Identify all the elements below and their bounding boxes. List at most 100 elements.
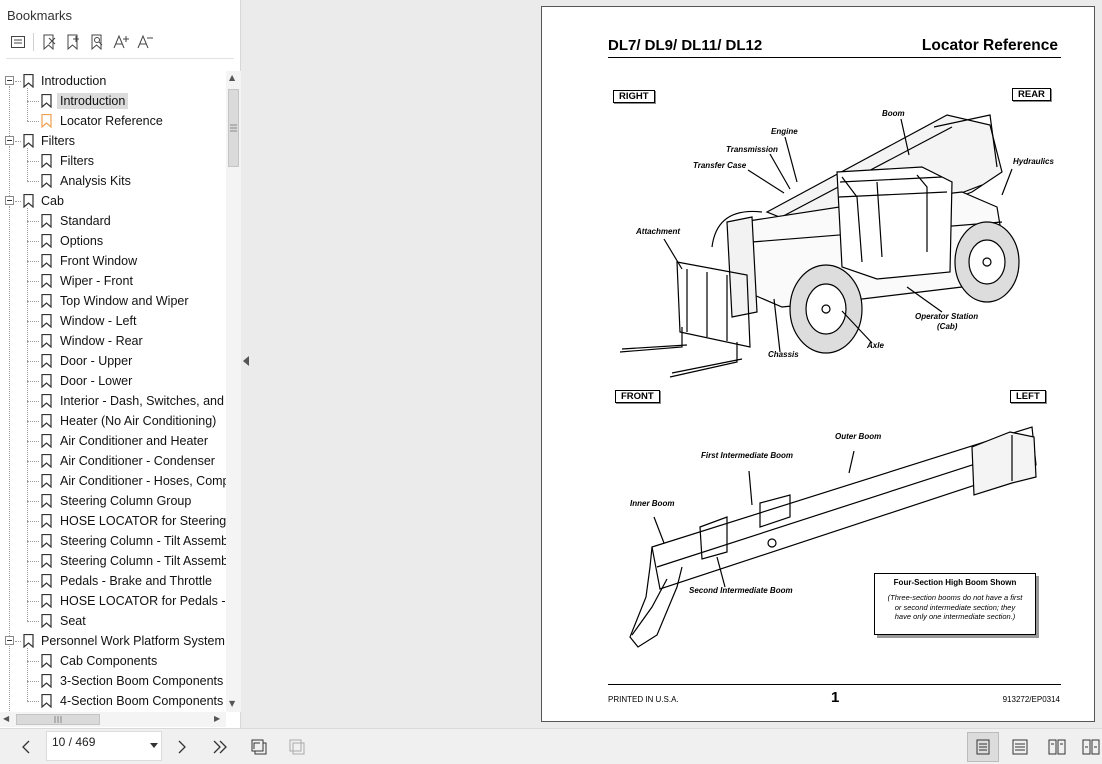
bookmark-icon	[23, 194, 34, 208]
bookmark-item[interactable]: HOSE LOCATOR for Pedals - Br	[0, 591, 226, 611]
bookmark-item[interactable]: Door - Upper	[0, 351, 226, 371]
scroll-right-icon[interactable]: ▶	[214, 714, 220, 723]
find-bookmark-icon[interactable]	[85, 31, 109, 53]
delete-bookmark-icon[interactable]	[37, 31, 61, 53]
bookmark-item[interactable]: Steering Column - Tilt Assembl	[0, 551, 226, 571]
note-line-3: have only one intermediate section.)	[894, 612, 1016, 621]
bookmark-label: Cab	[41, 194, 64, 208]
bookmark-item[interactable]: Cab Components	[0, 651, 226, 671]
bookmark-item[interactable]: Wiper - Front	[0, 271, 226, 291]
bookmark-item[interactable]: Window - Left	[0, 311, 226, 331]
bookmark-item[interactable]: Seat	[0, 611, 226, 631]
bookmark-item-selected[interactable]: Introduction	[0, 91, 226, 111]
bookmark-label: Filters	[41, 134, 76, 148]
view-label-right: RIGHT	[613, 90, 655, 103]
rotate-page-icon[interactable]	[247, 735, 271, 759]
bookmark-label: Introduction	[41, 74, 107, 88]
page-indicator: 10 / 469	[52, 735, 96, 749]
bookmark-item[interactable]: Introduction	[0, 71, 226, 91]
bookmark-icon	[41, 654, 52, 668]
bookmark-item[interactable]: Steering Column - Tilt Assembl	[0, 531, 226, 551]
bookmark-item[interactable]: Door - Lower	[0, 371, 226, 391]
scroll-down-icon[interactable]: ▼	[229, 699, 235, 708]
bookmark-item[interactable]: Cab	[0, 191, 226, 211]
bookmark-label: 3-Section Boom Components (	[60, 674, 226, 688]
page-number-field[interactable]: 10 / 469	[46, 731, 162, 761]
bookmark-icon	[41, 394, 52, 408]
callout-transfer-case: Transfer Case	[693, 161, 747, 170]
bookmark-icon	[41, 314, 52, 328]
note-line-1: (Three-section booms do not have a first	[887, 593, 1023, 602]
scroll-thumb[interactable]	[16, 714, 100, 725]
bookmark-tree: Introduction Introduction Locator Referenc…	[0, 71, 226, 711]
bookmark-item[interactable]: Heater (No Air Conditioning)	[0, 411, 226, 431]
add-bookmark-icon[interactable]	[61, 31, 85, 53]
bookmark-item[interactable]: Top Window and Wiper	[0, 291, 226, 311]
horizontal-scrollbar[interactable]: ◀ ▶	[0, 712, 226, 727]
continuous-view-icon[interactable]	[1008, 735, 1032, 759]
bookmark-label: Cab Components	[60, 654, 158, 668]
callout-attachment: Attachment	[636, 227, 681, 236]
bookmark-item[interactable]: HOSE LOCATOR for Steering Co	[0, 511, 226, 531]
bookmark-icon	[41, 374, 52, 388]
facing-view-icon[interactable]	[1045, 735, 1069, 759]
bookmark-item[interactable]: Personnel Work Platform System	[0, 631, 226, 651]
bookmark-item[interactable]: 3-Section Boom Components (	[0, 671, 226, 691]
next-page-icon[interactable]	[170, 735, 194, 759]
bookmark-item[interactable]: Filters	[0, 131, 226, 151]
bookmark-item[interactable]: Interior - Dash, Switches, and Pa	[0, 391, 226, 411]
bookmark-label: Front Window	[60, 254, 138, 268]
callout-hydraulics: Hydraulics	[1013, 157, 1054, 166]
bookmark-item[interactable]: Pedals - Brake and Throttle	[0, 571, 226, 591]
bookmark-label: Locator Reference	[60, 114, 163, 128]
single-page-view-icon[interactable]	[967, 732, 999, 762]
bookmark-item[interactable]: Air Conditioner - Condenser	[0, 451, 226, 471]
bookmark-icon	[41, 554, 52, 568]
scroll-up-icon[interactable]: ▲	[229, 73, 235, 82]
bookmark-item[interactable]: Window - Rear	[0, 331, 226, 351]
collapse-icon[interactable]	[5, 636, 14, 645]
bookmark-item[interactable]: Air Conditioner - Hoses, Compr	[0, 471, 226, 491]
bookmark-icon	[41, 174, 52, 188]
bookmark-icon	[23, 74, 34, 88]
vertical-scrollbar[interactable]: ▲ ▼	[226, 71, 241, 712]
collapse-panel-icon[interactable]	[243, 356, 249, 366]
callout-operator-station: Operator Station	[915, 312, 979, 321]
collapse-icon[interactable]	[5, 136, 14, 145]
bookmark-label: Heater (No Air Conditioning)	[60, 414, 217, 428]
bookmark-item[interactable]: Filters	[0, 151, 226, 171]
bookmark-menu-icon[interactable]	[6, 31, 30, 53]
bookmark-label: Door - Upper	[60, 354, 133, 368]
bookmark-item[interactable]: Front Window	[0, 251, 226, 271]
bookmark-item[interactable]: Analysis Kits	[0, 171, 226, 191]
bookmark-item[interactable]: Locator Reference	[0, 111, 226, 131]
duplicate-view-icon[interactable]	[285, 735, 309, 759]
bookmark-item[interactable]: 4-Section Boom Components (	[0, 691, 226, 711]
collapse-icon[interactable]	[5, 196, 14, 205]
footer-printed: PRINTED IN U.S.A.	[608, 695, 679, 704]
previous-page-icon[interactable]	[14, 735, 38, 759]
callout-inner-boom: Inner Boom	[630, 499, 675, 508]
callout-cab: (Cab)	[937, 322, 958, 331]
bookmark-item[interactable]: Steering Column Group	[0, 491, 226, 511]
bookmark-icon	[41, 154, 52, 168]
chevron-down-icon[interactable]	[150, 743, 158, 748]
collapse-icon[interactable]	[5, 76, 14, 85]
scroll-thumb[interactable]	[228, 89, 239, 167]
toolbar-separator	[33, 33, 34, 51]
bookmark-label: Window - Rear	[60, 334, 143, 348]
note-title: Four-Section High Boom Shown	[893, 578, 1017, 587]
increase-font-icon[interactable]	[109, 31, 133, 53]
bookmark-icon	[41, 614, 52, 628]
divider	[6, 58, 234, 59]
bookmark-item[interactable]: Air Conditioner and Heater	[0, 431, 226, 451]
scroll-left-icon[interactable]: ◀	[3, 714, 9, 723]
bookmark-icon	[41, 674, 52, 688]
bookmark-icon	[41, 454, 52, 468]
bookmark-item[interactable]: Standard	[0, 211, 226, 231]
bookmark-label: Steering Column - Tilt Assembl	[60, 534, 226, 548]
bookmark-item[interactable]: Options	[0, 231, 226, 251]
last-page-icon[interactable]	[208, 735, 232, 759]
decrease-font-icon[interactable]	[133, 31, 157, 53]
facing-continuous-view-icon[interactable]	[1080, 735, 1102, 759]
